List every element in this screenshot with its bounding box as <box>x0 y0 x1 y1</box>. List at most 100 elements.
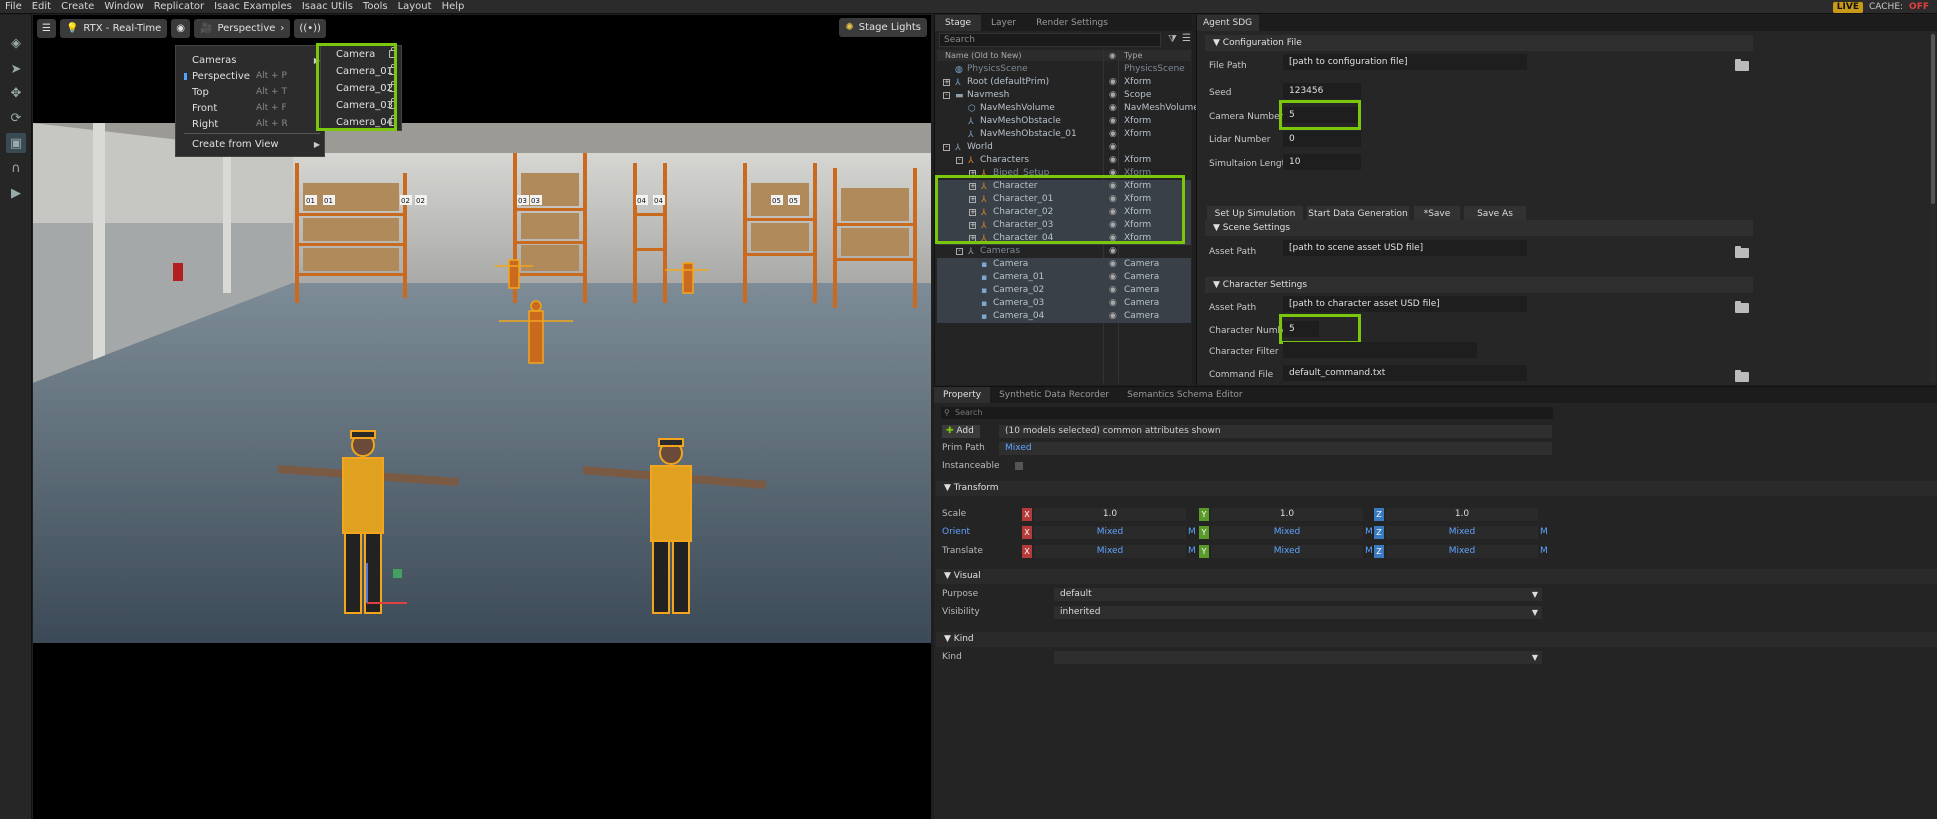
file-path-input[interactable]: [path to configuration file] <box>1283 54 1527 70</box>
tree-row[interactable]: ◍ PhysicsScene PhysicsScene <box>937 63 1191 76</box>
transform-section-header[interactable]: ▼ Transform <box>936 481 1937 496</box>
orient-y-field[interactable]: Mixed <box>1211 526 1363 539</box>
collapse-icon[interactable]: - <box>956 157 963 164</box>
camera-option[interactable]: Camera_03 <box>321 97 403 114</box>
visibility-eye-icon[interactable]: ◉ <box>1109 206 1117 219</box>
lock-icon[interactable] <box>389 98 396 109</box>
visibility-eye-icon[interactable]: ◉ <box>1109 141 1117 154</box>
menu-edit[interactable]: Edit <box>27 0 56 14</box>
camera-menu-item[interactable]: Right Alt + R <box>176 116 326 132</box>
purpose-dropdown[interactable]: default ▼ <box>1054 588 1542 601</box>
kind-section-header[interactable]: ▼ Kind <box>936 632 1937 647</box>
tree-row[interactable]: + ⅄ Character_01 ◉ Xform <box>937 193 1191 206</box>
property-search-input[interactable]: ⚲ Search <box>941 407 1553 419</box>
tab-layer[interactable]: Layer <box>981 15 1026 31</box>
menu-isaac-utils[interactable]: Isaac Utils <box>297 0 358 14</box>
sim-length-input[interactable]: 10 <box>1283 154 1361 170</box>
tab-stage[interactable]: Stage <box>935 15 982 31</box>
move-icon[interactable]: ✥ <box>6 83 26 103</box>
visibility-eye-icon[interactable]: ◉ <box>1109 154 1117 167</box>
camera-option[interactable]: Camera <box>321 46 403 63</box>
tree-row[interactable]: + ⅄ Root (defaultPrim) ◉ Xform <box>937 76 1191 89</box>
viewport-settings-icon[interactable]: ☰ <box>37 18 56 38</box>
scale-x-field[interactable]: 1.0 <box>1034 508 1186 521</box>
visibility-eye-icon[interactable]: ◉ <box>1109 102 1117 115</box>
camera-menu-item[interactable]: Perspective Alt + P <box>176 68 326 84</box>
lock-icon[interactable] <box>389 81 396 92</box>
translate-z-field[interactable]: Mixed <box>1386 545 1538 558</box>
char-asset-input[interactable]: [path to character asset USD file] <box>1283 296 1527 312</box>
sdg-scrollbar[interactable] <box>1930 32 1936 382</box>
tab-semantics-schema-editor[interactable]: Semantics Schema Editor <box>1118 387 1251 403</box>
visibility-dropdown[interactable]: inherited ▼ <box>1054 606 1542 619</box>
tree-row[interactable]: ⅄ NavMeshObstacle_01 ◉ Xform <box>937 128 1191 141</box>
orient-z-field[interactable]: Mixed <box>1386 526 1538 539</box>
tree-row[interactable]: ⬡ NavMeshVolume ◉ NavMeshVolume <box>937 102 1199 115</box>
visibility-eye-icon[interactable]: ◉ <box>1109 167 1117 180</box>
cache-state[interactable]: OFF <box>1909 2 1929 12</box>
tree-row[interactable]: ▪ Camera_03 ◉ Camera <box>937 297 1191 310</box>
tree-row[interactable]: + ⅄ Character_03 ◉ Xform <box>937 219 1191 232</box>
expand-icon[interactable]: + <box>969 222 976 229</box>
tree-row[interactable]: - ⅄ Characters ◉ Xform <box>937 154 1191 167</box>
expand-icon[interactable]: + <box>943 79 950 86</box>
menu-file[interactable]: File <box>0 0 27 14</box>
tree-row[interactable]: ▪ Camera_04 ◉ Camera <box>937 310 1191 323</box>
visibility-eye-icon[interactable]: ◉ <box>1109 219 1117 232</box>
camera-option[interactable]: Camera_02 <box>321 80 403 97</box>
select-arrow-icon[interactable]: ➤ <box>6 59 26 79</box>
tree-row[interactable]: - ⅄ Cameras ◉ <box>937 245 1191 258</box>
menu-create[interactable]: Create <box>56 0 99 14</box>
tree-row[interactable]: ▪ Camera_01 ◉ Camera <box>937 271 1191 284</box>
scale-y-field[interactable]: 1.0 <box>1211 508 1363 521</box>
camera-option[interactable]: Camera_04 <box>321 114 403 131</box>
col-type-header[interactable]: Type <box>1124 50 1142 61</box>
collapse-icon[interactable]: - <box>956 248 963 255</box>
visibility-eye-icon[interactable]: ◉ <box>1109 115 1117 128</box>
visibility-eye-icon[interactable]: ◉ <box>1109 297 1117 310</box>
audio-icon[interactable]: ((•)) <box>294 18 326 38</box>
tab-property[interactable]: Property <box>934 387 991 403</box>
folder-icon[interactable] <box>1735 59 1749 71</box>
lock-icon[interactable] <box>389 47 396 58</box>
visibility-eye-icon[interactable]: ◉ <box>1109 258 1117 271</box>
tree-row[interactable]: ▪ Camera ◉ Camera <box>937 258 1191 271</box>
viewport[interactable]: ☰ 💡 RTX - Real-Time ◉ 🎥 Perspective › ((… <box>33 15 931 819</box>
visibility-eye-icon[interactable]: ◉ <box>1109 128 1117 141</box>
visibility-eye-icon[interactable]: ◉ <box>1109 245 1117 258</box>
scale-z-field[interactable]: 1.0 <box>1386 508 1538 521</box>
renderer-button[interactable]: 💡 RTX - Real-Time <box>59 18 168 38</box>
tree-row[interactable]: + ⅄ Biped_Setup ◉ Xform <box>937 167 1191 180</box>
tree-row[interactable]: - ▬ Navmesh ◉ Scope <box>937 89 1191 102</box>
eye-icon[interactable]: ◉ <box>171 18 191 38</box>
camera-menu-item[interactable]: Top Alt + T <box>176 84 326 100</box>
folder-icon[interactable] <box>1735 301 1749 313</box>
folder-icon[interactable] <box>1735 246 1749 258</box>
scene-section-header[interactable]: ▼ Scene Settings <box>1205 220 1753 236</box>
instanceable-checkbox[interactable] <box>1015 462 1023 470</box>
expand-icon[interactable]: + <box>969 196 976 203</box>
translate-y-field[interactable]: Mixed <box>1211 545 1363 558</box>
camera-menu-item[interactable]: Create from View ▶ <box>176 136 326 152</box>
menu-replicator[interactable]: Replicator <box>149 0 209 14</box>
play-icon[interactable]: ▶ <box>6 183 26 203</box>
tree-row[interactable]: - ⅄ World ◉ <box>937 141 1191 154</box>
menu-window[interactable]: Window <box>99 0 148 14</box>
lock-icon[interactable] <box>389 64 396 75</box>
camera-option[interactable]: Camera_01 <box>321 63 403 80</box>
folder-icon[interactable] <box>1735 370 1749 382</box>
stage-lights-button[interactable]: ✺ Stage Lights <box>839 18 927 37</box>
tree-row[interactable]: ⅄ NavMeshObstacle ◉ Xform <box>937 115 1191 128</box>
tree-row[interactable]: + ⅄ Character_04 ◉ Xform <box>937 232 1191 245</box>
add-button[interactable]: ✚ Add <box>942 425 980 438</box>
menu-lines-icon[interactable]: ☰ <box>1182 33 1191 44</box>
menu-tools[interactable]: Tools <box>358 0 393 14</box>
visibility-eye-icon[interactable]: ◉ <box>1109 284 1117 297</box>
translate-x-field[interactable]: Mixed <box>1034 545 1186 558</box>
orient-x-field[interactable]: Mixed <box>1034 526 1186 539</box>
rotate-icon[interactable]: ⟳ <box>6 108 26 128</box>
visibility-eye-icon[interactable]: ◉ <box>1109 232 1117 245</box>
collapse-icon[interactable]: - <box>943 92 950 99</box>
tree-row[interactable]: + ⅄ Character_02 ◉ Xform <box>937 206 1191 219</box>
camera-number-input[interactable]: 5 <box>1283 107 1361 123</box>
